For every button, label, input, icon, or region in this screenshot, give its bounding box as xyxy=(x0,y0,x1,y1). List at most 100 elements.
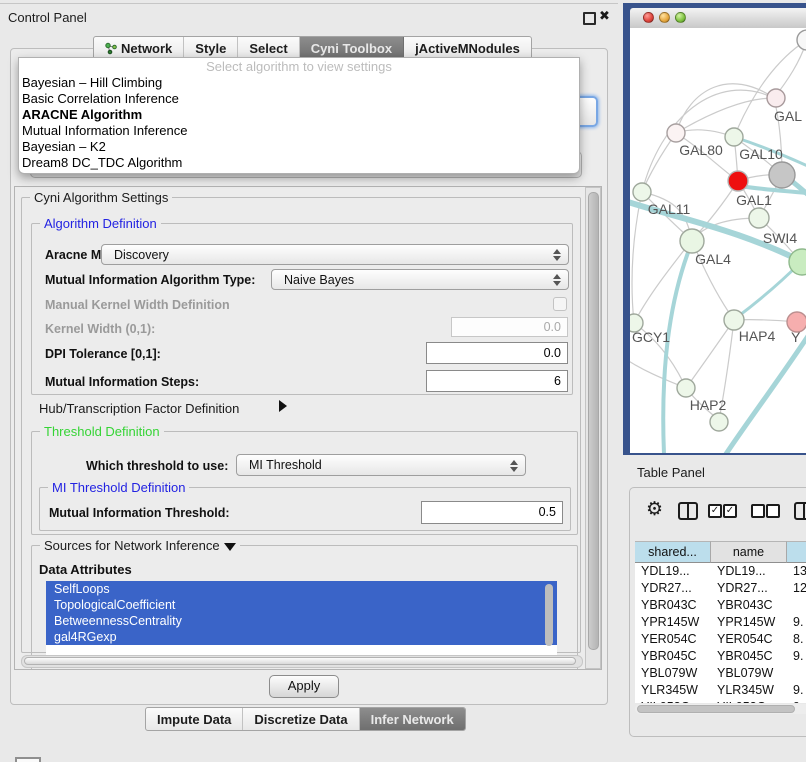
table-cell: YIL052C xyxy=(711,699,787,703)
tab-cyni-toolbox[interactable]: Cyni Toolbox xyxy=(300,37,404,59)
network-node-gal10[interactable] xyxy=(725,128,743,146)
attribute-item-selfloops[interactable]: SelfLoops xyxy=(46,581,557,597)
zoom-traffic-light-icon[interactable] xyxy=(675,12,686,23)
network-edge[interactable] xyxy=(676,98,774,133)
partial-toolbar-icon[interactable] xyxy=(794,502,806,520)
bottom-tab-infer-network[interactable]: Infer Network xyxy=(360,708,465,730)
column-header-a[interactable]: A xyxy=(787,541,806,563)
bottom-tab-discretize-data[interactable]: Discretize Data xyxy=(243,708,359,730)
sources-legend[interactable]: Sources for Network Inference xyxy=(40,538,240,553)
settings-vscrollbar-thumb[interactable] xyxy=(588,192,599,650)
network-view-window: GALGAL80GAL10GAL1GAL11SWI4GAL4GCY1HAP4YH… xyxy=(623,3,806,455)
table-cell: YBR043C xyxy=(635,597,711,614)
table-row[interactable]: YIL052CYIL052C9. xyxy=(635,699,806,703)
mi-steps-label: Mutual Information Steps: xyxy=(45,375,199,389)
network-node-hap2[interactable] xyxy=(677,379,695,397)
settings-hscrollbar[interactable] xyxy=(21,655,583,668)
algorithm-option-mutual-information-inference[interactable]: Mutual Information Inference xyxy=(19,123,579,139)
network-edge[interactable] xyxy=(634,240,692,323)
checked-checkbox-icon[interactable]: ✓ xyxy=(708,504,722,518)
network-edge[interactable] xyxy=(642,133,676,192)
apply-button[interactable]: Apply xyxy=(269,675,339,698)
network-edge[interactable] xyxy=(686,320,734,388)
tab-network[interactable]: Network xyxy=(94,37,184,59)
unchecked-checkbox-icon[interactable] xyxy=(766,504,780,518)
algorithm-option-dream8-dc-tdc-algorithm[interactable]: Dream8 DC_TDC Algorithm xyxy=(19,155,579,171)
network-node-gal11[interactable] xyxy=(633,183,651,201)
network-icon xyxy=(105,42,117,55)
which-threshold-label: Which threshold to use: xyxy=(86,459,228,473)
settings-vscrollbar[interactable] xyxy=(585,187,601,669)
minimize-traffic-light-icon[interactable] xyxy=(659,12,670,23)
network-graph[interactable]: GALGAL80GAL10GAL1GAL11SWI4GAL4GCY1HAP4YH… xyxy=(630,28,806,453)
network-window-titlebar[interactable] xyxy=(630,8,806,29)
mi-threshold-field[interactable]: 0.5 xyxy=(421,501,563,524)
table-row[interactable]: YDL19...YDL19...13 xyxy=(635,563,806,580)
table-row[interactable]: YDR27...YDR27...12 xyxy=(635,580,806,597)
network-canvas[interactable]: GALGAL80GAL10GAL1GAL11SWI4GAL4GCY1HAP4YH… xyxy=(630,28,806,453)
mi-algorithm-type-combobox[interactable]: Naive Bayes xyxy=(271,269,569,290)
bottom-tab-impute-data[interactable]: Impute Data xyxy=(146,708,243,730)
network-node-hap4[interactable] xyxy=(724,310,744,330)
aracne-mode-combobox[interactable]: Discovery xyxy=(101,244,569,265)
table-row[interactable]: YBR045CYBR045C9. xyxy=(635,648,806,665)
hub-tf-definition-label: Hub/Transcription Factor Definition xyxy=(39,401,239,416)
node-label: GAL xyxy=(774,108,802,124)
network-node-gal4[interactable] xyxy=(680,229,704,253)
network-node[interactable] xyxy=(769,162,795,188)
table-hscrollbar-thumb[interactable] xyxy=(637,705,795,713)
minimized-panel-icon[interactable] xyxy=(15,757,41,762)
unchecked-checkbox-icon[interactable] xyxy=(751,504,765,518)
attribute-item-betweennesscentrality[interactable]: BetweennessCentrality xyxy=(46,613,557,629)
network-node[interactable] xyxy=(797,30,806,50)
tab-label: Network xyxy=(121,41,172,56)
gear-icon[interactable]: ⚙ xyxy=(646,498,663,521)
dpi-tolerance-field[interactable]: 0.0 xyxy=(426,342,568,364)
network-node-gal[interactable] xyxy=(767,89,785,107)
data-attributes-list[interactable]: SelfLoopsTopologicalCoefficientBetweenne… xyxy=(46,581,557,655)
columns-icon[interactable] xyxy=(678,502,698,520)
network-node-gal80[interactable] xyxy=(667,124,685,142)
algorithm-option-basic-correlation-inference[interactable]: Basic Correlation Inference xyxy=(19,91,579,107)
column-header-shared[interactable]: shared... xyxy=(635,541,711,563)
attribute-item-topologicalcoefficient[interactable]: TopologicalCoefficient xyxy=(46,597,557,613)
table-row[interactable]: YPR145WYPR145W9. xyxy=(635,614,806,631)
checked-checkbox-icon[interactable]: ✓ xyxy=(723,504,737,518)
network-edge[interactable] xyxy=(663,242,692,453)
table-cell: 8. xyxy=(787,631,806,648)
manual-kernel-width-label: Manual Kernel Width Definition xyxy=(45,298,230,312)
network-node-gal1[interactable] xyxy=(728,171,748,191)
tab-select[interactable]: Select xyxy=(238,37,299,59)
tab-style[interactable]: Style xyxy=(184,37,238,59)
algorithm-option-aracne-algorithm[interactable]: ARACNE Algorithm xyxy=(19,107,579,123)
manual-kernel-width-checkbox xyxy=(553,297,567,311)
float-panel-icon[interactable] xyxy=(583,12,596,25)
table-hscrollbar[interactable] xyxy=(635,704,806,714)
hub-tf-definition-expander[interactable]: Hub/Transcription Factor Definition xyxy=(39,401,239,416)
table-row[interactable]: YLR345WYLR345W9. xyxy=(635,682,806,699)
table-cell xyxy=(787,665,806,682)
expander-arrow-icon[interactable] xyxy=(279,400,287,412)
network-edge[interactable] xyxy=(632,192,642,323)
tab-jactivemnodules[interactable]: jActiveMNodules xyxy=(404,37,531,59)
collapse-arrow-icon[interactable] xyxy=(224,543,236,551)
algorithm-option-bayesian-k2[interactable]: Bayesian – K2 xyxy=(19,139,579,155)
table-cell: 9. xyxy=(787,614,806,631)
table-row[interactable]: YER054CYER054C8. xyxy=(635,631,806,648)
table-row[interactable]: YBL079WYBL079W xyxy=(635,665,806,682)
settings-hscrollbar-thumb[interactable] xyxy=(24,657,576,665)
list-scrollbar-thumb[interactable] xyxy=(545,584,553,646)
attribute-item-gal4rgexp[interactable]: gal4RGexp xyxy=(46,629,557,645)
close-panel-icon[interactable]: ✖ xyxy=(599,8,610,24)
which-threshold-combobox[interactable]: MI Threshold xyxy=(236,454,526,476)
mi-steps-field[interactable]: 6 xyxy=(426,370,568,392)
column-header-name[interactable]: name xyxy=(711,541,787,563)
node-label: SWI4 xyxy=(763,230,797,246)
stepper-arrows-icon xyxy=(553,274,562,286)
network-node-swi4[interactable] xyxy=(749,208,769,228)
algorithm-option-bayesian-hill-climbing[interactable]: Bayesian – Hill Climbing xyxy=(19,75,579,91)
close-traffic-light-icon[interactable] xyxy=(643,12,654,23)
bottom-tabstrip: Impute DataDiscretize DataInfer Network xyxy=(145,707,466,731)
network-node[interactable] xyxy=(710,413,728,431)
table-row[interactable]: YBR043CYBR043C xyxy=(635,597,806,614)
